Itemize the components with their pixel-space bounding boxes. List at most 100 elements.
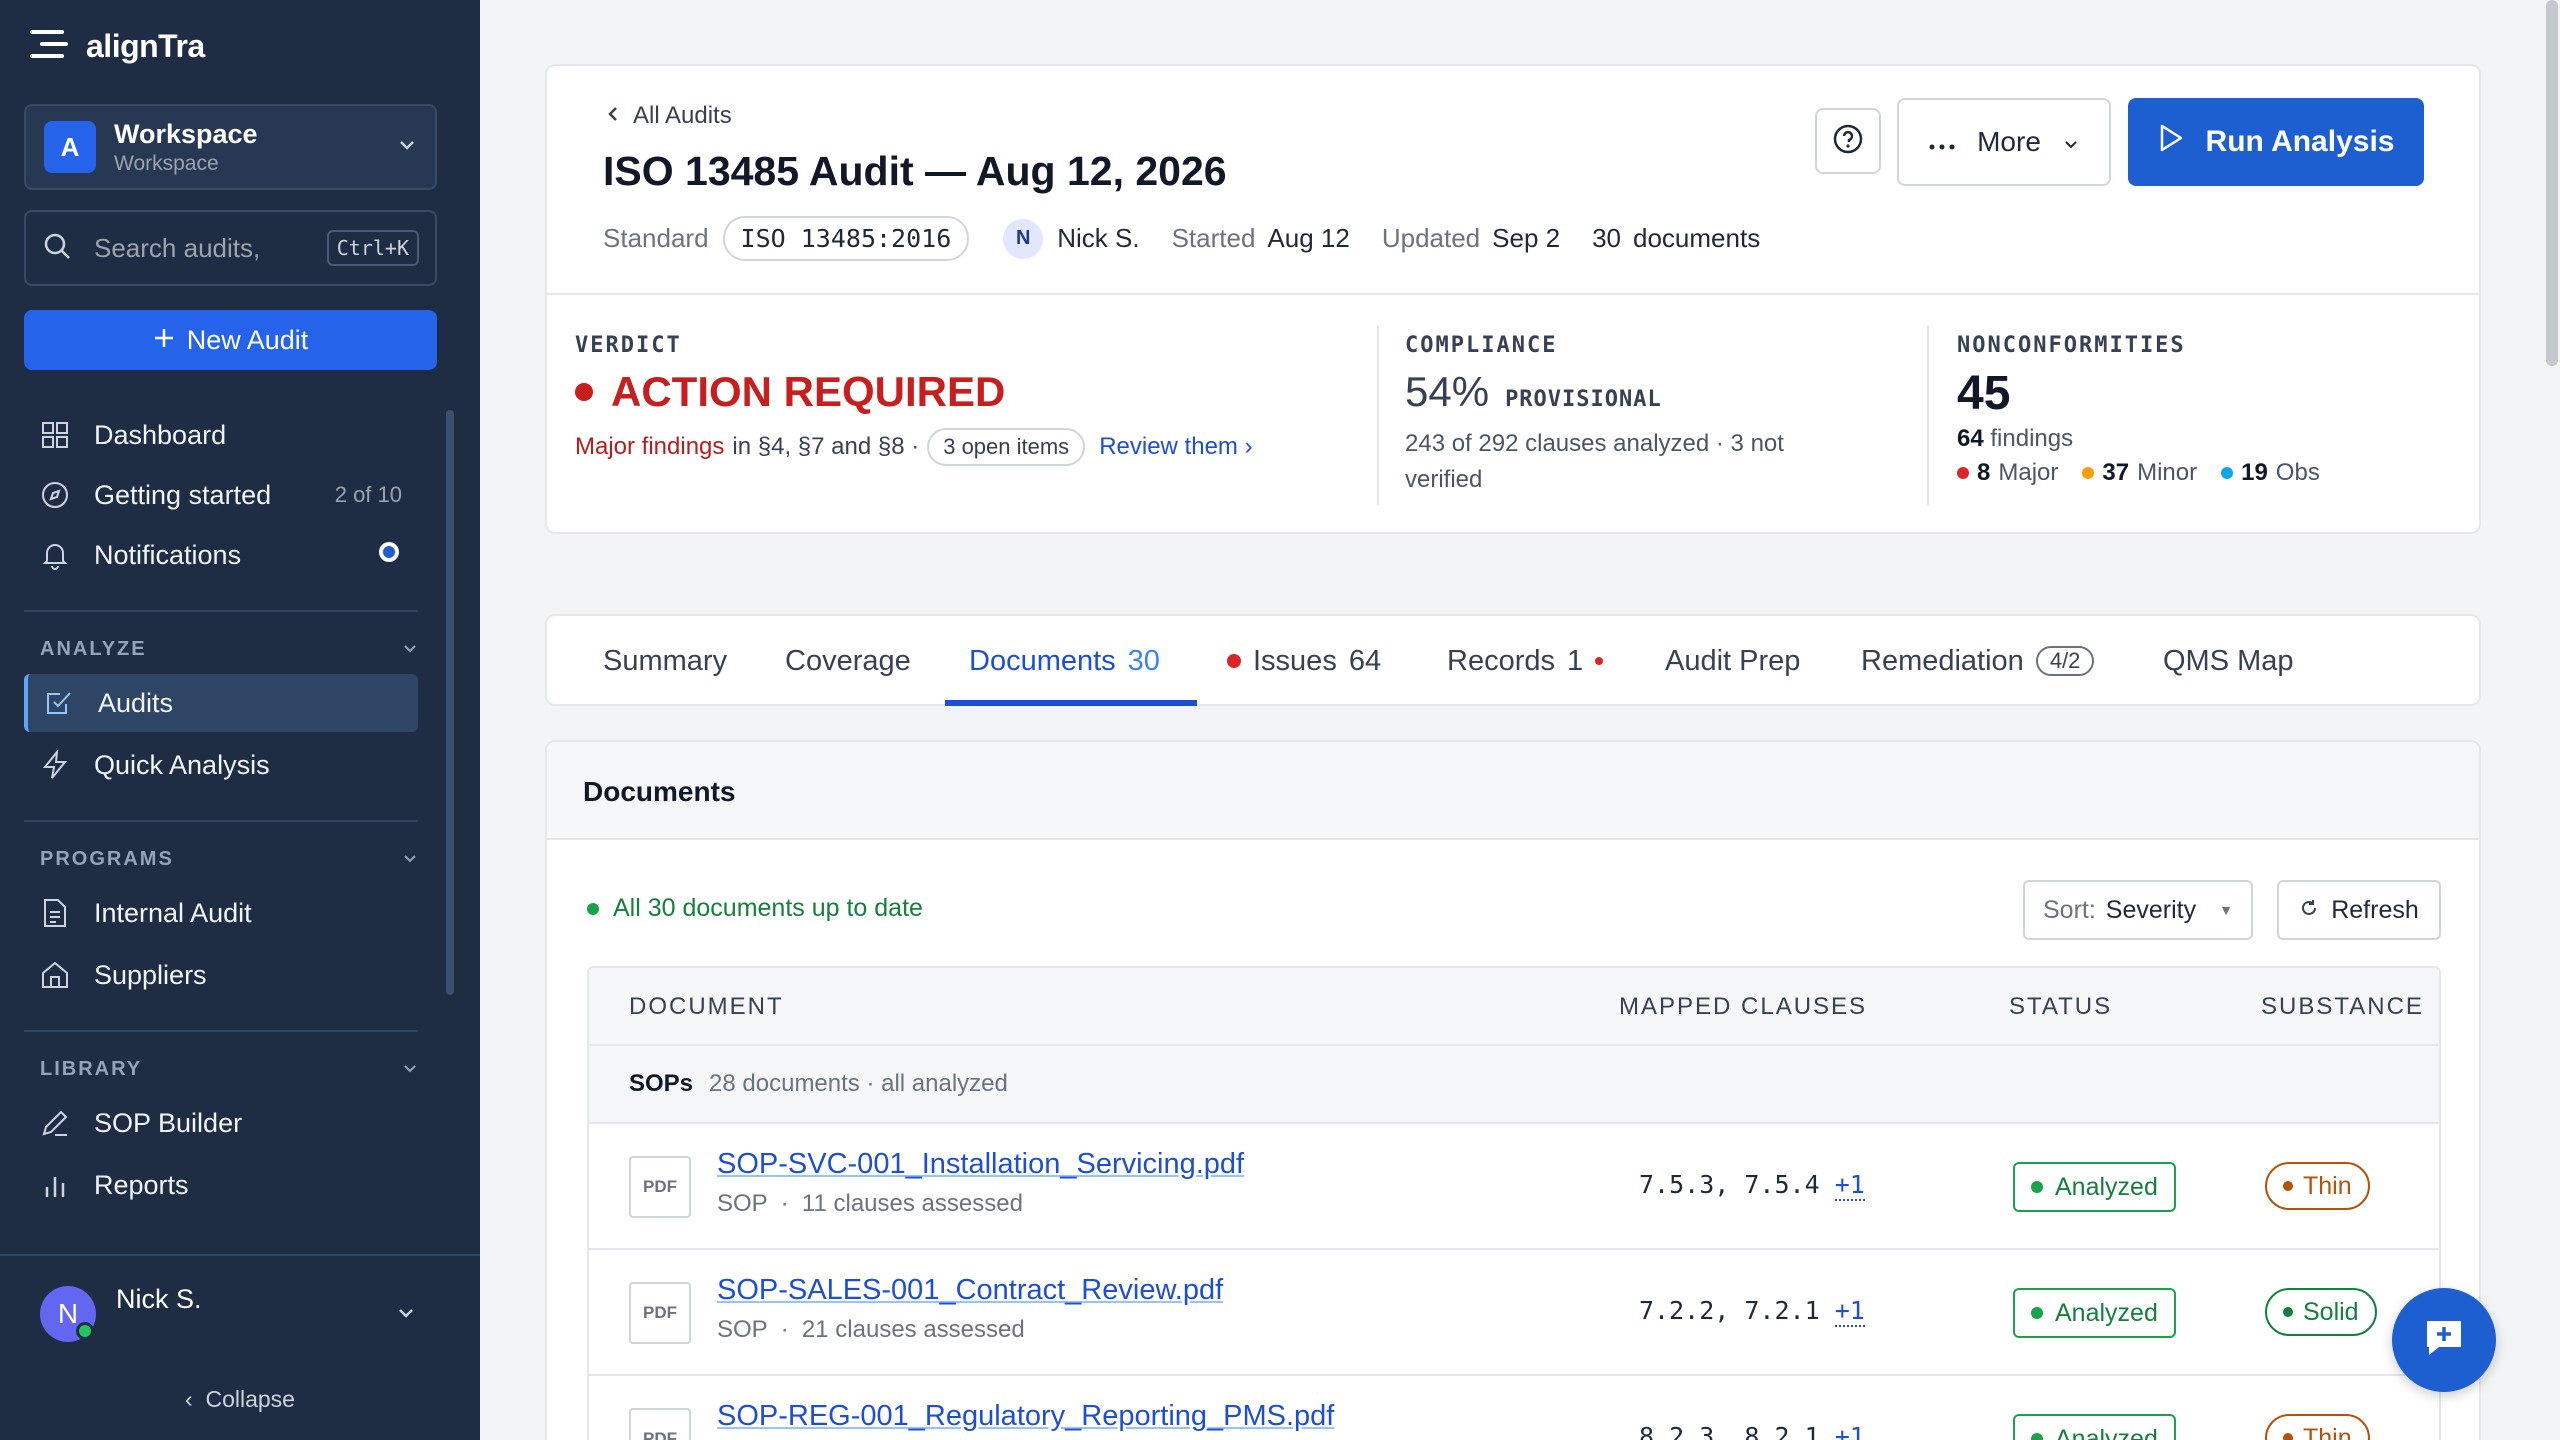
major-count: 8 [1977,459,1991,486]
sort-select[interactable]: Sort: Severity ▼ [2023,880,2253,940]
chat-button[interactable] [2392,1288,2496,1392]
sidebar-item-label: Getting started [94,479,272,510]
pdf-file-icon: PDF [629,1282,691,1344]
ellipsis-icon [1929,126,1955,158]
section-library[interactable]: LIBRARY [40,1058,418,1081]
user-menu[interactable]: N Nick S. ‹ Collapse [0,1254,480,1440]
divider [1377,325,1379,505]
tab-label: Documents [969,644,1116,677]
page-scrollbar-thumb[interactable] [2546,0,2558,366]
sidebar-item-audits[interactable]: Audits [24,674,418,732]
document-link[interactable]: SOP-SALES-001_Contract_Review.pdf [717,1274,1223,1307]
bolt-icon [40,750,70,780]
substance-text: Solid [2303,1297,2359,1326]
divider [24,1030,418,1032]
status-dot [2031,1433,2043,1440]
table-row[interactable]: PDF SOP-SALES-001_Contract_Review.pdf SO… [589,1250,2439,1376]
minor-dot [2082,467,2095,479]
status-text: Analyzed [2055,1298,2158,1327]
owner-avatar: N [1003,218,1044,259]
document-link[interactable]: SOP-SVC-001_Installation_Servicing.pdf [717,1148,1244,1181]
column-header-status[interactable]: STATUS [2009,968,2112,1046]
status-text: All 30 documents up to date [613,894,923,922]
play-icon [2158,123,2184,161]
tab-audit-prep[interactable]: Audit Prep [1665,616,1800,706]
sidebar-item-internal-audit[interactable]: Internal Audit [24,884,418,942]
section-programs[interactable]: PROGRAMS [40,848,418,871]
clauses-assessed: 21 clauses assessed [801,1316,1025,1343]
brand[interactable]: alignTra [30,28,205,65]
sidebar-item-label: SOP Builder [94,1107,243,1138]
more-clauses-link[interactable]: +1 [1834,1422,1865,1440]
updated-label: Updated [1381,223,1481,253]
review-link[interactable]: Review them › [1099,433,1252,461]
tab-label: Coverage [785,644,911,677]
more-label: More [1977,126,2041,157]
panel-title: Documents [583,776,736,807]
mapped-clauses: 7.5.3, 7.5.4 +1 [1639,1170,1865,1201]
tab-coverage[interactable]: Coverage [785,616,911,706]
column-header-mapped-clauses[interactable]: MAPPED CLAUSES [1619,968,1867,1046]
section-title: PROGRAMS [40,848,174,870]
owner-name: Nick S. [1057,223,1140,253]
sidebar-item-notifications[interactable]: Notifications [24,526,418,584]
more-button[interactable]: More [1897,98,2111,186]
group-name: SOPs [629,1070,694,1097]
tab-issues[interactable]: Issues 64 [1227,616,1381,706]
open-items-badge[interactable]: 3 open items [927,428,1086,466]
search-input[interactable]: Search audits, [94,233,327,264]
verdict-dot [575,383,593,401]
pdf-file-icon: PDF [629,1408,691,1440]
obs-label: Obs [2275,459,2320,486]
substance-dot [2283,1433,2293,1440]
tab-remediation[interactable]: Remediation 4/2 [1861,616,2095,706]
group-row[interactable]: SOPs 28 documents · all analyzed [589,1046,2439,1124]
search-box[interactable]: Search audits, Ctrl+K [24,210,437,286]
tab-qms-map[interactable]: QMS Map [2163,616,2294,706]
tab-label: QMS Map [2163,644,2294,677]
menu-icon[interactable] [30,28,70,65]
document-link[interactable]: SOP-REG-001_Regulatory_Reporting_PMS.pdf [717,1400,1334,1433]
progress-count: 2 of 10 [334,482,402,507]
refresh-label: Refresh [2331,895,2419,924]
table-row[interactable]: PDF SOP-REG-001_Regulatory_Reporting_PMS… [589,1376,2439,1440]
sidebar-item-sop-builder[interactable]: SOP Builder [24,1094,418,1152]
column-header-document[interactable]: DOCUMENT [629,968,784,1046]
run-analysis-button[interactable]: Run Analysis [2128,98,2424,186]
chevron-down-icon [402,638,418,661]
sidebar-item-quick-analysis[interactable]: Quick Analysis [24,736,418,794]
audit-meta: Standard ISO 13485:2016 N Nick S. Starte… [603,216,1760,261]
divider [1927,325,1929,505]
more-clauses-link[interactable]: +1 [1834,1296,1865,1327]
table-row[interactable]: PDF SOP-SVC-001_Installation_Servicing.p… [589,1124,2439,1250]
substance-text: Thin [2303,1171,2352,1200]
workspace-switcher[interactable]: A Workspace Workspace [24,104,437,190]
refresh-button[interactable]: Refresh [2277,880,2441,940]
grid-icon [40,420,70,450]
section-title: ANALYZE [40,638,147,660]
new-audit-button[interactable]: New Audit [24,310,437,370]
tab-records[interactable]: Records 1 [1447,616,1604,706]
sidebar-item-label: Suppliers [94,959,207,990]
collapse-button[interactable]: ‹ Collapse [0,1386,480,1413]
section-analyze[interactable]: ANALYZE [40,638,418,661]
refresh-icon [2299,896,2319,925]
sidebar-item-suppliers[interactable]: Suppliers [24,946,418,1004]
sidebar-item-dashboard[interactable]: Dashboard [24,406,418,464]
help-button[interactable] [1815,108,1881,174]
sidebar-item-reports[interactable]: Reports [24,1156,418,1214]
chevron-down-icon [2063,126,2079,158]
compliance-qualifier: PROVISIONAL [1505,387,1662,412]
sidebar-item-getting-started[interactable]: Getting started 2 of 10 [24,466,418,524]
document-meta: SOP · 21 clauses assessed [717,1316,1025,1343]
collapse-label: Collapse [205,1386,295,1412]
sidebar-scrollbar[interactable] [446,410,454,995]
chat-plus-icon [2421,1315,2467,1366]
chevron-down-icon [402,1058,418,1081]
more-clauses-link[interactable]: +1 [1834,1170,1865,1201]
column-header-substance[interactable]: SUBSTANCE [2261,968,2424,1046]
tab-documents[interactable]: Documents 30 [969,616,1160,706]
alert-dot [1227,654,1241,668]
tab-summary[interactable]: Summary [603,616,727,706]
back-link[interactable]: All Audits [607,102,732,130]
